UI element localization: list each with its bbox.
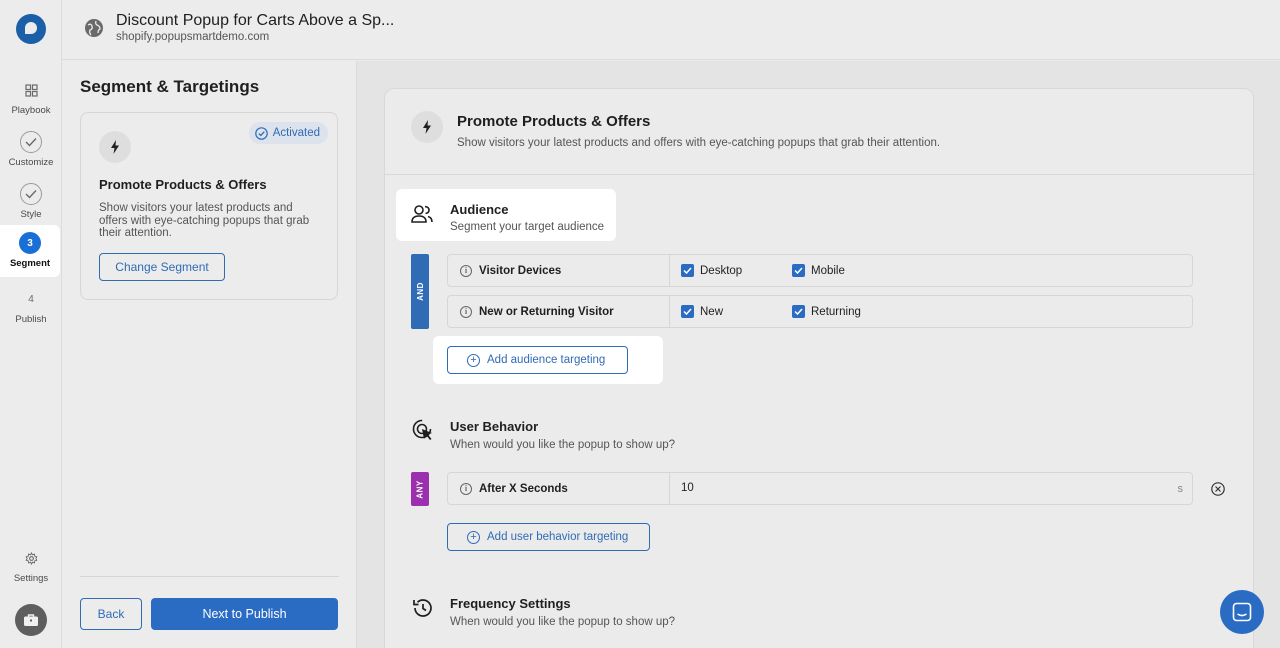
info-icon[interactable]: i (460, 482, 472, 495)
add-user-behavior-targeting-button[interactable]: + Add user behavior targeting (447, 523, 650, 551)
chat-button[interactable] (1220, 590, 1264, 634)
rail-label: Publish (15, 314, 47, 325)
rail-item-playbook[interactable]: Playbook (0, 72, 62, 124)
activated-badge: Activated (248, 122, 328, 144)
and-logic-tag: AND (411, 254, 429, 329)
rail-item-style[interactable]: Style (0, 176, 62, 228)
chat-icon (1232, 602, 1252, 622)
rail-label: Playbook (11, 105, 51, 116)
globe-icon (85, 19, 103, 37)
checkbox-checked-icon (681, 305, 694, 318)
check-circle-icon (254, 126, 268, 140)
site-url: shopify.popupsmartdemo.com (116, 31, 270, 43)
user-behavior-title: User Behavior (450, 419, 539, 434)
segment-card: Activated Promote Products & Offers Show… (80, 112, 338, 300)
rail-label: Segment (9, 258, 51, 269)
seconds-unit: s (1177, 483, 1184, 495)
check-circle-icon (20, 183, 42, 205)
rule-name: i Visitor Devices (448, 255, 670, 286)
any-logic-tag: ANY (411, 472, 429, 506)
rail-label: Settings (13, 573, 49, 584)
rail-label: Customize (8, 157, 54, 168)
gear-icon (20, 547, 42, 569)
main-area: Promote Products & Offers Show visitors … (357, 61, 1280, 648)
add-audience-targeting-button[interactable]: + Add audience targeting (447, 346, 628, 374)
lightning-icon (99, 131, 131, 163)
step-number-badge: 4 (28, 293, 34, 305)
user-behavior-description: When would you like the popup to show up… (450, 439, 676, 451)
card-header: Promote Products & Offers Show visitors … (385, 89, 1255, 175)
audience-header: Audience Segment your target audience (396, 189, 616, 241)
frequency-title: Frequency Settings (450, 596, 571, 611)
history-icon (413, 599, 432, 617)
checkbox-checked-icon (792, 305, 805, 318)
next-to-publish-button[interactable]: Next to Publish (151, 598, 338, 630)
segment-panel: Segment & Targetings Activated Promote P… (62, 61, 357, 648)
panel-heading: Segment & Targetings (80, 77, 260, 96)
seconds-input[interactable]: 10 (681, 482, 694, 494)
briefcase-icon[interactable] (15, 604, 47, 636)
step-number-badge: 3 (19, 232, 41, 254)
segment-title: Promote Products & Offers (99, 177, 267, 192)
left-rail: Playbook Customize Style 3 Segment 4 Pub… (0, 0, 62, 648)
rail-item-customize[interactable]: Customize (0, 124, 62, 176)
segment-description: Show visitors your latest products and o… (99, 202, 310, 239)
users-icon (411, 205, 433, 223)
frequency-description: When would you like the popup to show up… (450, 616, 676, 628)
segment-detail-card: Promote Products & Offers Show visitors … (384, 88, 1255, 648)
rail-item-settings[interactable]: Settings (0, 540, 62, 592)
rule-new-or-returning: i New or Returning Visitor New Returning (447, 295, 1193, 328)
lightning-icon (411, 111, 443, 143)
audience-description: Segment your target audience (450, 221, 605, 233)
rail-item-segment[interactable]: 3 Segment (0, 225, 60, 277)
desktop-checkbox[interactable]: Desktop (681, 264, 742, 277)
card-title: Promote Products & Offers (457, 113, 651, 130)
new-checkbox[interactable]: New (681, 305, 723, 318)
grid-icon (20, 79, 42, 101)
info-icon[interactable]: i (460, 305, 472, 318)
rule-visitor-devices: i Visitor Devices Desktop Mobile (447, 254, 1193, 287)
checkbox-checked-icon (792, 264, 805, 277)
rail-label: Style (20, 209, 42, 220)
remove-rule-icon[interactable] (1211, 482, 1225, 496)
header: Discount Popup for Carts Above a Sp... s… (62, 0, 1280, 60)
plus-circle-icon: + (467, 353, 480, 367)
audience-title: Audience (450, 202, 509, 217)
rule-name: i After X Seconds (448, 473, 670, 504)
back-button[interactable]: Back (80, 598, 142, 630)
activated-label: Activated (272, 127, 320, 139)
divider (80, 576, 339, 577)
info-icon[interactable]: i (460, 264, 472, 277)
cursor-click-icon (412, 419, 432, 440)
checkbox-checked-icon (681, 264, 694, 277)
plus-circle-icon: + (467, 530, 480, 544)
returning-checkbox[interactable]: Returning (792, 305, 861, 318)
change-segment-button[interactable]: Change Segment (99, 253, 225, 281)
mobile-checkbox[interactable]: Mobile (792, 264, 845, 277)
rule-after-x-seconds: i After X Seconds 10 s (447, 472, 1193, 505)
popupsmart-logo[interactable] (16, 14, 46, 44)
rule-name: i New or Returning Visitor (448, 296, 670, 327)
rail-item-publish[interactable]: 4 Publish (0, 281, 62, 333)
campaign-title: Discount Popup for Carts Above a Sp... (116, 12, 395, 29)
check-circle-icon (20, 131, 42, 153)
card-description: Show visitors your latest products and o… (457, 137, 941, 149)
